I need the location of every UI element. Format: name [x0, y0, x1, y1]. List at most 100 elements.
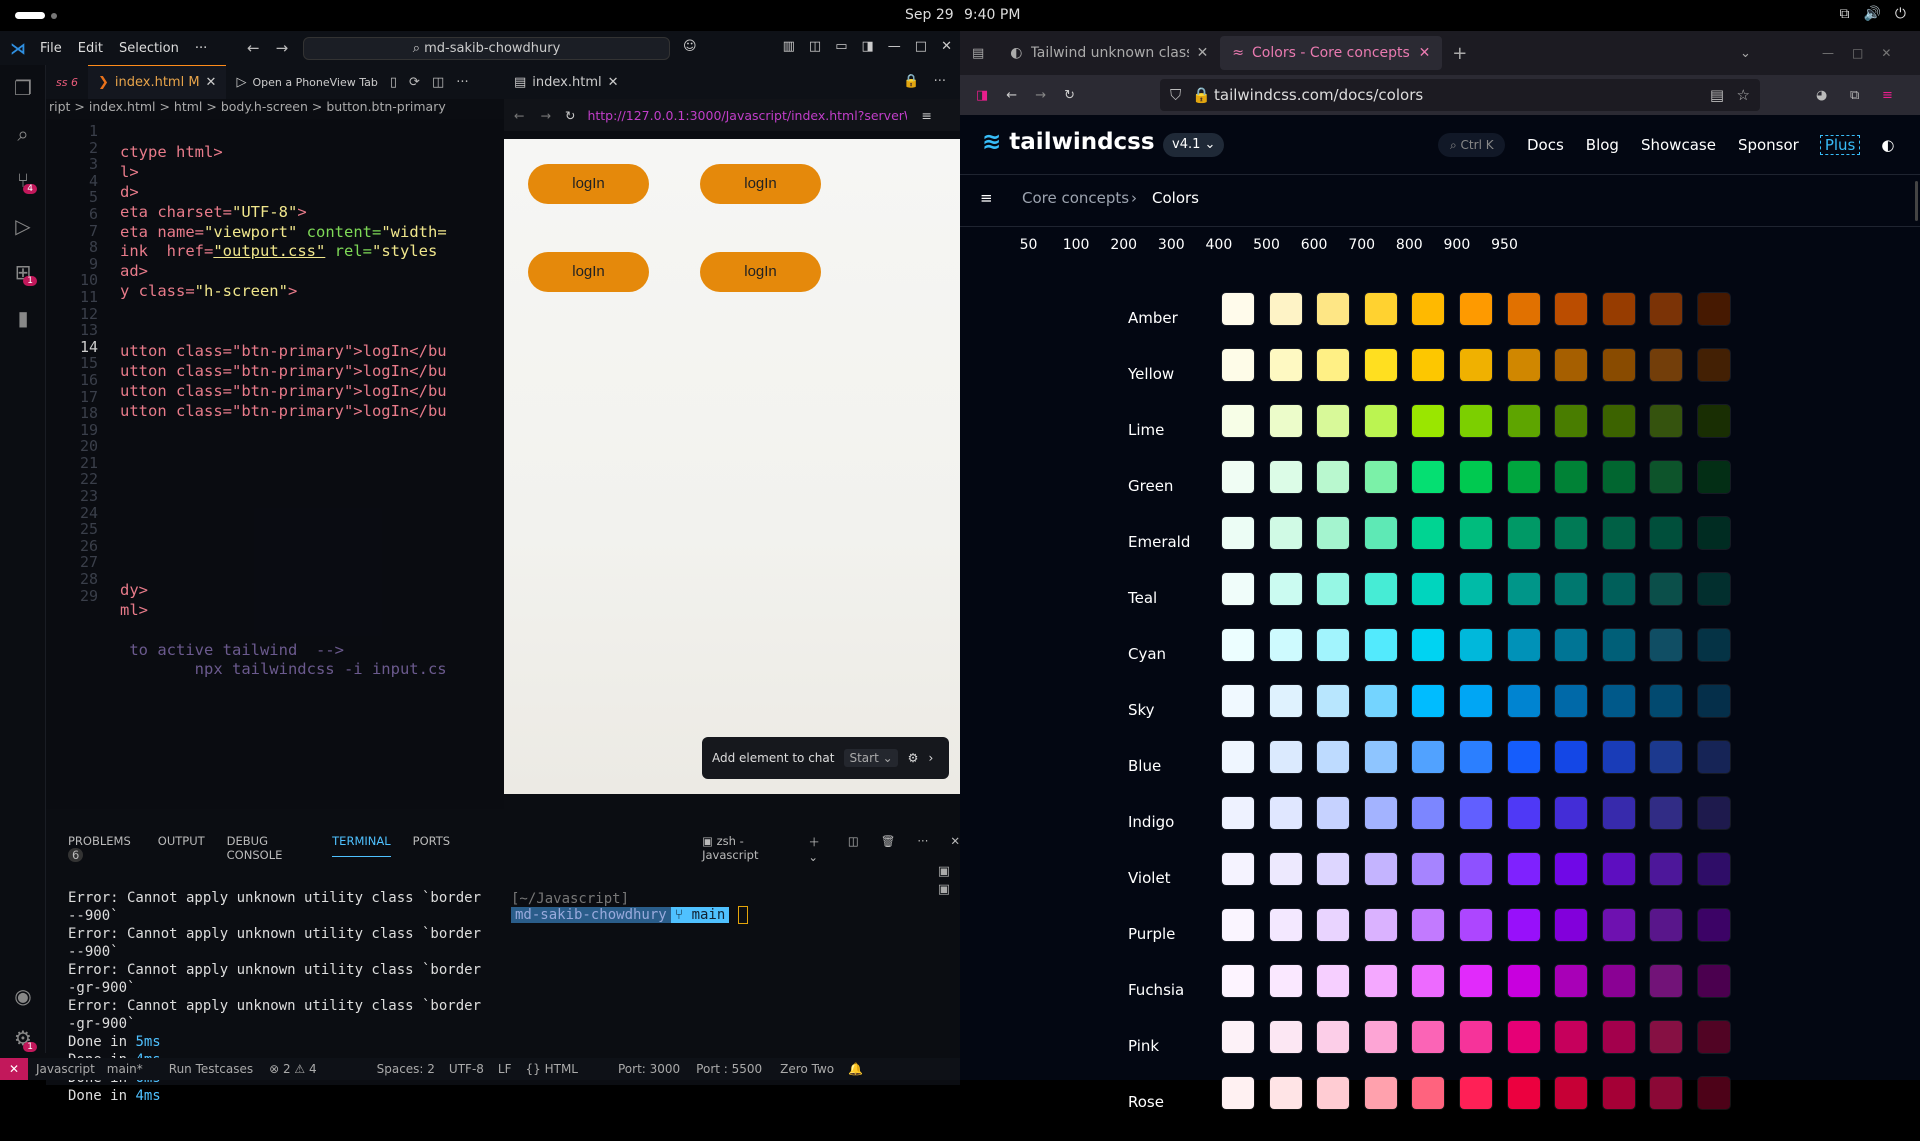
- sidebar-toggle-icon[interactable]: ◨: [976, 88, 988, 103]
- preview-menu-icon[interactable]: ≡: [921, 108, 931, 123]
- color-swatch[interactable]: [1411, 740, 1446, 774]
- color-swatch[interactable]: [1601, 852, 1636, 886]
- menu-more[interactable]: ···: [195, 41, 207, 56]
- split-editor-icon[interactable]: ◫: [432, 75, 444, 90]
- color-swatch[interactable]: [1268, 1076, 1303, 1110]
- color-swatch[interactable]: [1697, 628, 1731, 662]
- preview-reload-icon[interactable]: ↻: [565, 108, 575, 123]
- color-swatch[interactable]: [1649, 572, 1684, 606]
- color-swatch[interactable]: [1459, 852, 1493, 886]
- color-swatch[interactable]: [1411, 852, 1446, 886]
- color-swatch[interactable]: [1554, 1020, 1589, 1054]
- color-swatch[interactable]: [1601, 796, 1636, 830]
- color-swatch[interactable]: [1554, 796, 1589, 830]
- color-swatch[interactable]: [1554, 964, 1589, 998]
- status-port-3000[interactable]: Port: 3000: [618, 1062, 680, 1076]
- color-swatch[interactable]: [1411, 796, 1446, 830]
- account-avatar-icon[interactable]: ◕: [1816, 88, 1827, 103]
- color-swatch[interactable]: [1411, 292, 1446, 326]
- terminal-shell-selector[interactable]: ▣ zsh - Javascript: [702, 834, 786, 862]
- color-swatch[interactable]: [1697, 1020, 1731, 1054]
- color-swatch[interactable]: [1459, 292, 1493, 326]
- status-encoding[interactable]: UTF-8: [449, 1062, 484, 1076]
- color-swatch[interactable]: [1268, 908, 1303, 942]
- trash-icon[interactable]: 🗑: [881, 834, 896, 857]
- color-swatch[interactable]: [1268, 1020, 1303, 1054]
- panel-more-icon[interactable]: ···: [917, 834, 928, 857]
- color-swatch[interactable]: [1221, 852, 1255, 886]
- status-branch[interactable]: main*: [107, 1062, 143, 1076]
- color-swatch[interactable]: [1363, 1076, 1398, 1110]
- color-swatch[interactable]: [1268, 404, 1303, 438]
- color-swatch[interactable]: [1316, 628, 1351, 662]
- extensions-puzzle-icon[interactable]: ⧉: [1850, 88, 1859, 103]
- chat-expand-icon[interactable]: ›: [928, 751, 933, 765]
- color-swatch[interactable]: [1697, 348, 1731, 382]
- color-swatch[interactable]: [1697, 1076, 1731, 1110]
- color-swatch[interactable]: [1363, 852, 1398, 886]
- close-panel-icon[interactable]: ✕: [950, 834, 960, 857]
- color-swatch[interactable]: [1363, 1020, 1398, 1054]
- layout-sidebar-right-icon[interactable]: ◨: [862, 39, 874, 54]
- color-swatch[interactable]: [1363, 684, 1398, 718]
- color-swatch[interactable]: [1601, 964, 1636, 998]
- color-swatch[interactable]: [1221, 1076, 1255, 1110]
- color-swatch[interactable]: [1268, 796, 1303, 830]
- extensions-icon[interactable]: ⊞ 1: [0, 249, 46, 295]
- system-time[interactable]: 9:40 PM: [964, 7, 1020, 23]
- color-swatch[interactable]: [1697, 572, 1731, 606]
- version-selector[interactable]: v4.1 ⌄: [1163, 133, 1225, 157]
- url-bar[interactable]: ⛉ 🔒 tailwindcss.com/docs/colors ▤ ☆: [1160, 79, 1760, 111]
- color-swatch[interactable]: [1459, 572, 1493, 606]
- color-swatch[interactable]: [1554, 908, 1589, 942]
- color-swatch[interactable]: [1316, 1076, 1351, 1110]
- close-tab-icon[interactable]: ✕: [1419, 45, 1431, 61]
- color-swatch[interactable]: [1697, 684, 1731, 718]
- color-swatch[interactable]: [1268, 628, 1303, 662]
- color-swatch[interactable]: [1411, 908, 1446, 942]
- color-swatch[interactable]: [1268, 684, 1303, 718]
- color-swatch[interactable]: [1554, 740, 1589, 774]
- color-swatch[interactable]: [1268, 852, 1303, 886]
- color-swatch[interactable]: [1221, 348, 1255, 382]
- status-eol[interactable]: LF: [498, 1062, 512, 1076]
- color-swatch[interactable]: [1221, 404, 1255, 438]
- color-swatch[interactable]: [1268, 740, 1303, 774]
- color-swatch[interactable]: [1316, 460, 1351, 494]
- tab-terminal[interactable]: TERMINAL: [332, 834, 391, 857]
- color-swatch[interactable]: [1649, 348, 1684, 382]
- browser-back-icon[interactable]: ←: [1006, 88, 1017, 103]
- menu-edit[interactable]: Edit: [78, 41, 103, 56]
- color-swatch[interactable]: [1411, 516, 1446, 550]
- lock-icon[interactable]: 🔒: [1192, 79, 1211, 111]
- color-swatch[interactable]: [1554, 516, 1589, 550]
- nav-showcase[interactable]: Showcase: [1641, 136, 1716, 154]
- nav-sponsor[interactable]: Sponsor: [1738, 136, 1799, 154]
- workspace-dot[interactable]: [51, 13, 57, 19]
- color-swatch[interactable]: [1268, 460, 1303, 494]
- close-tab-icon[interactable]: ✕: [206, 75, 217, 90]
- color-swatch[interactable]: [1363, 516, 1398, 550]
- color-swatch[interactable]: [1601, 740, 1636, 774]
- close-tab-icon[interactable]: ✕: [1197, 45, 1209, 61]
- status-language[interactable]: {} HTML: [526, 1062, 578, 1076]
- color-swatch[interactable]: [1221, 908, 1255, 942]
- browser-close-icon[interactable]: ✕: [1881, 46, 1891, 60]
- color-swatch[interactable]: [1268, 964, 1303, 998]
- color-swatch[interactable]: [1601, 1020, 1636, 1054]
- tab-output[interactable]: OUTPUT: [158, 834, 205, 857]
- status-spaces[interactable]: Spaces: 2: [377, 1062, 435, 1076]
- login-button[interactable]: logIn: [528, 164, 649, 204]
- color-swatch[interactable]: [1554, 292, 1589, 326]
- breadcrumb[interactable]: ript > index.html > html > body.h-screen…: [46, 99, 504, 119]
- color-swatch[interactable]: [1649, 516, 1684, 550]
- color-swatch[interactable]: [1506, 796, 1541, 830]
- color-swatch[interactable]: [1459, 516, 1493, 550]
- nav-docs[interactable]: Docs: [1527, 136, 1564, 154]
- color-swatch[interactable]: [1554, 572, 1589, 606]
- color-swatch[interactable]: [1601, 348, 1636, 382]
- start-dropdown[interactable]: Start ⌄: [844, 749, 898, 767]
- tailwind-logo[interactable]: ≋ tailwindcss: [982, 129, 1155, 155]
- color-swatch[interactable]: [1221, 460, 1255, 494]
- browser-tab-colors[interactable]: ≈Colors - Core concepts - T✕: [1220, 36, 1443, 70]
